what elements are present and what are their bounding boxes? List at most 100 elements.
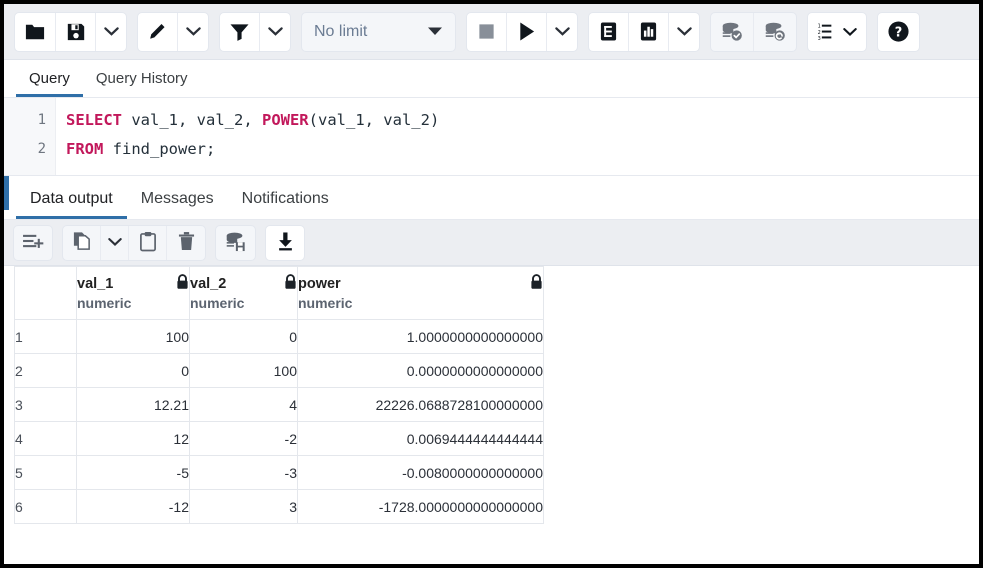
cell-val-2[interactable]: 100: [190, 354, 298, 388]
column-header-val-2[interactable]: val_2 numeric: [190, 267, 298, 320]
row-number: 3: [15, 388, 77, 422]
svg-text:3: 3: [818, 36, 821, 41]
column-name: power: [298, 275, 341, 293]
explain-analyze-button[interactable]: [629, 13, 669, 51]
cell-val-1[interactable]: -12: [77, 490, 190, 524]
lock-icon: [284, 274, 297, 295]
execute-button[interactable]: [507, 13, 547, 51]
filter-group: [219, 12, 291, 52]
sql-code[interactable]: SELECT val_1, val_2, POWER(val_1, val_2)…: [56, 98, 979, 175]
row-limit-select[interactable]: No limit: [301, 12, 456, 52]
cell-val-2[interactable]: -3: [190, 456, 298, 490]
stop-button[interactable]: [467, 13, 507, 51]
chevron-down-icon: [186, 26, 201, 37]
cell-power[interactable]: 22226.0688728100000000: [298, 388, 544, 422]
table-row[interactable]: 5 -5 -3 -0.0080000000000000: [15, 456, 544, 490]
cell-val-1[interactable]: 100: [77, 320, 190, 354]
filter-button[interactable]: [220, 13, 260, 51]
sql-args: (val_1, val_2): [309, 111, 440, 129]
help-button[interactable]: ?: [878, 13, 919, 51]
stop-icon: [477, 22, 496, 41]
table-row[interactable]: 6 -12 3 -1728.0000000000000000: [15, 490, 544, 524]
tab-query[interactable]: Query: [16, 71, 83, 97]
column-header-val-1[interactable]: val_1 numeric: [77, 267, 190, 320]
save-data-changes-button[interactable]: [216, 226, 255, 260]
database-rollback-icon: [763, 21, 787, 42]
row-number: 5: [15, 456, 77, 490]
execute-dropdown-button[interactable]: [547, 13, 577, 51]
result-toolbar: [4, 220, 979, 266]
results-table-head: val_1 numeric val_2: [15, 267, 544, 320]
tab-data-output[interactable]: Data output: [16, 191, 127, 219]
tab-messages[interactable]: Messages: [127, 191, 228, 219]
rollback-button[interactable]: [754, 13, 796, 51]
table-row[interactable]: 3 12.21 4 22226.0688728100000000: [15, 388, 544, 422]
clipboard-icon: [139, 231, 157, 255]
file-group: [14, 12, 127, 52]
query-tool-window: No limit: [4, 4, 979, 564]
copy-button[interactable]: [63, 226, 101, 260]
results-table: val_1 numeric val_2: [14, 266, 544, 524]
column-header-power[interactable]: power numeric: [298, 267, 544, 320]
column-name: val_2: [190, 275, 226, 293]
filter-dropdown-button[interactable]: [260, 13, 290, 51]
cell-val-2[interactable]: -2: [190, 422, 298, 456]
query-tab-bar: Query Query History: [4, 60, 979, 98]
explain-icon: [599, 21, 618, 42]
cell-val-2[interactable]: 3: [190, 490, 298, 524]
table-row[interactable]: 2 0 100 0.0000000000000000: [15, 354, 544, 388]
download-csv-button[interactable]: [266, 226, 304, 260]
save-dropdown-button[interactable]: [96, 13, 126, 51]
cell-val-1[interactable]: -5: [77, 456, 190, 490]
header-row: val_1 numeric val_2: [15, 267, 544, 320]
download-icon: [276, 231, 295, 255]
add-row-button[interactable]: [14, 226, 52, 260]
cell-val-2[interactable]: 0: [190, 320, 298, 354]
chevron-down-icon: [843, 27, 857, 37]
save-file-button[interactable]: [56, 13, 96, 51]
cell-power[interactable]: 0.0069444444444444: [298, 422, 544, 456]
edit-button[interactable]: [138, 13, 178, 51]
output-tab-bar: Data output Messages Notifications: [4, 176, 979, 220]
sql-keyword: FROM: [66, 140, 103, 158]
cell-val-2[interactable]: 4: [190, 388, 298, 422]
table-row[interactable]: 1 100 0 1.0000000000000000: [15, 320, 544, 354]
commit-button[interactable]: [711, 13, 754, 51]
cell-power[interactable]: -1728.0000000000000000: [298, 490, 544, 524]
explain-dropdown-button[interactable]: [669, 13, 699, 51]
column-type: numeric: [190, 295, 297, 313]
paste-button[interactable]: [129, 226, 167, 260]
cell-power[interactable]: 1.0000000000000000: [298, 320, 544, 354]
macros-group: 1 2 3: [807, 12, 867, 52]
database-commit-icon: [720, 21, 744, 42]
row-add-icon: [22, 232, 44, 253]
copy-dropdown-button[interactable]: [101, 226, 129, 260]
cell-power[interactable]: 0.0000000000000000: [298, 354, 544, 388]
row-number: 2: [15, 354, 77, 388]
cell-val-1[interactable]: 0: [77, 354, 190, 388]
sql-identifiers: val_1, val_2,: [122, 111, 262, 129]
copy-group: [62, 225, 206, 261]
lock-icon: [530, 274, 543, 295]
results-table-body: 1 100 0 1.0000000000000000 2 0 100 0.000…: [15, 320, 544, 524]
cell-val-1[interactable]: 12.21: [77, 388, 190, 422]
column-type: numeric: [298, 295, 543, 313]
edit-group: [137, 12, 209, 52]
chevron-down-icon: [104, 26, 119, 37]
tab-notifications[interactable]: Notifications: [228, 191, 343, 219]
code-line: FROM find_power;: [66, 135, 979, 164]
edit-dropdown-button[interactable]: [178, 13, 208, 51]
help-circle-icon: ?: [887, 20, 910, 43]
chevron-down-icon: [108, 235, 122, 250]
chevron-down-icon: [268, 26, 283, 37]
tab-query-history[interactable]: Query History: [83, 71, 201, 97]
table-row[interactable]: 4 12 -2 0.0069444444444444: [15, 422, 544, 456]
macros-button[interactable]: 1 2 3: [808, 13, 866, 51]
sql-editor[interactable]: 1 2 SELECT val_1, val_2, POWER(val_1, va…: [4, 98, 979, 176]
cell-power[interactable]: -0.0080000000000000: [298, 456, 544, 490]
delete-button[interactable]: [167, 226, 205, 260]
open-file-button[interactable]: [15, 13, 56, 51]
sql-table: find_power;: [103, 140, 215, 158]
cell-val-1[interactable]: 12: [77, 422, 190, 456]
explain-button[interactable]: [589, 13, 629, 51]
